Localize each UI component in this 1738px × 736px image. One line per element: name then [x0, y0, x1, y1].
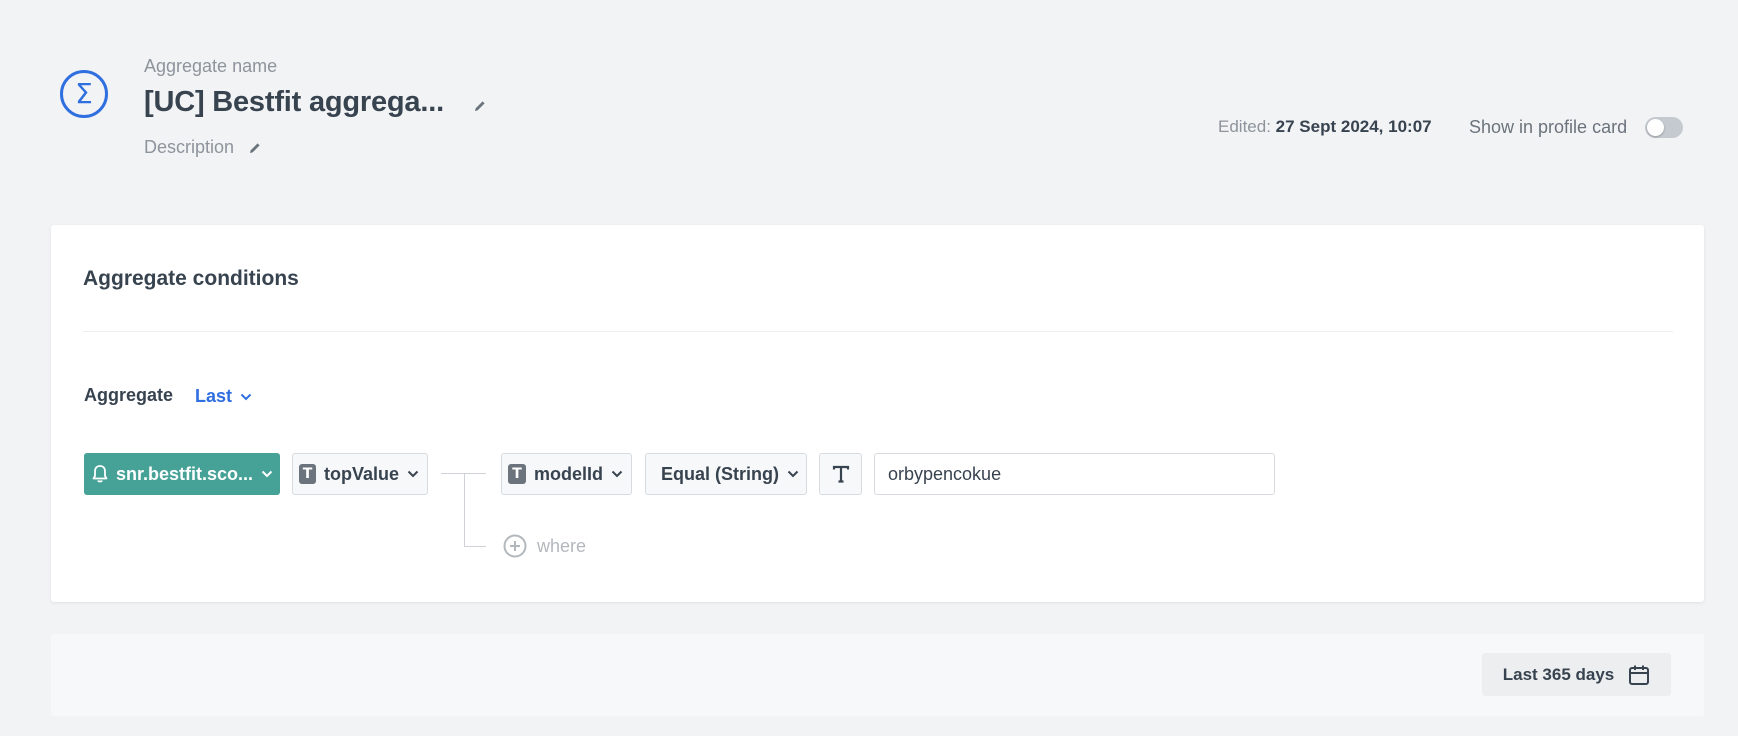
- filter-value-input[interactable]: [874, 453, 1275, 495]
- show-in-profile-toggle[interactable]: [1645, 117, 1683, 138]
- operator-name: Equal (String): [661, 463, 779, 484]
- edit-description-pencil-icon[interactable]: [246, 139, 264, 157]
- edit-title-pencil-icon[interactable]: [470, 96, 490, 116]
- show-in-profile-label: Show in profile card: [1469, 117, 1628, 137]
- sigma-icon: Σ: [60, 70, 108, 118]
- aggregate-conditions-card: Aggregate conditions Aggregate Last snr.…: [51, 225, 1704, 602]
- plus-circle-icon: [503, 534, 527, 558]
- aggregate-type-label: Aggregate: [84, 385, 174, 405]
- connector-line: [464, 546, 486, 547]
- page-title[interactable]: [UC] Bestfit aggrega...: [144, 86, 444, 119]
- bell-icon: [92, 464, 108, 484]
- connector-line: [464, 473, 465, 547]
- aggregate-type-value: Last: [195, 386, 233, 406]
- chevron-down-icon: [240, 393, 252, 401]
- add-where-label: where: [537, 535, 587, 556]
- chevron-down-icon: [261, 470, 273, 478]
- text-type-icon: T: [299, 464, 316, 484]
- edited-info: Edited: 27 Sept 2024, 10:07: [1218, 117, 1432, 137]
- event-name: snr.bestfit.sco...: [116, 463, 254, 484]
- filter-field-name: modelId: [533, 463, 603, 484]
- aggregate-type-dropdown[interactable]: Last: [195, 386, 252, 407]
- value-type-button[interactable]: [819, 453, 862, 495]
- parameter-name: topValue: [323, 463, 399, 484]
- filter-field-selector[interactable]: T modelId: [501, 453, 632, 495]
- description-label: Description: [144, 137, 235, 157]
- text-type-icon: T: [508, 464, 526, 484]
- card-title: Aggregate conditions: [83, 267, 299, 290]
- aggregate-name-label: Aggregate name: [144, 56, 278, 76]
- chevron-down-icon: [611, 470, 623, 478]
- edited-label: Edited:: [1218, 117, 1271, 136]
- operator-selector[interactable]: Equal (String): [645, 453, 807, 495]
- chevron-down-icon: [787, 470, 799, 478]
- divider: [83, 331, 1673, 332]
- date-range-picker[interactable]: Last 365 days: [1482, 653, 1671, 696]
- calendar-icon: [1628, 664, 1650, 686]
- date-range-label: Last 365 days: [1502, 664, 1615, 684]
- chevron-down-icon: [407, 470, 419, 478]
- footer-bar: Last 365 days: [51, 634, 1704, 716]
- add-where-button[interactable]: where: [503, 534, 586, 558]
- description-row[interactable]: Description: [144, 137, 264, 158]
- edited-timestamp: 27 Sept 2024, 10:07: [1275, 117, 1432, 136]
- toggle-knob: [1647, 119, 1664, 136]
- text-type-icon: [832, 465, 850, 483]
- parameter-selector[interactable]: T topValue: [292, 453, 428, 495]
- event-selector[interactable]: snr.bestfit.sco...: [84, 453, 280, 495]
